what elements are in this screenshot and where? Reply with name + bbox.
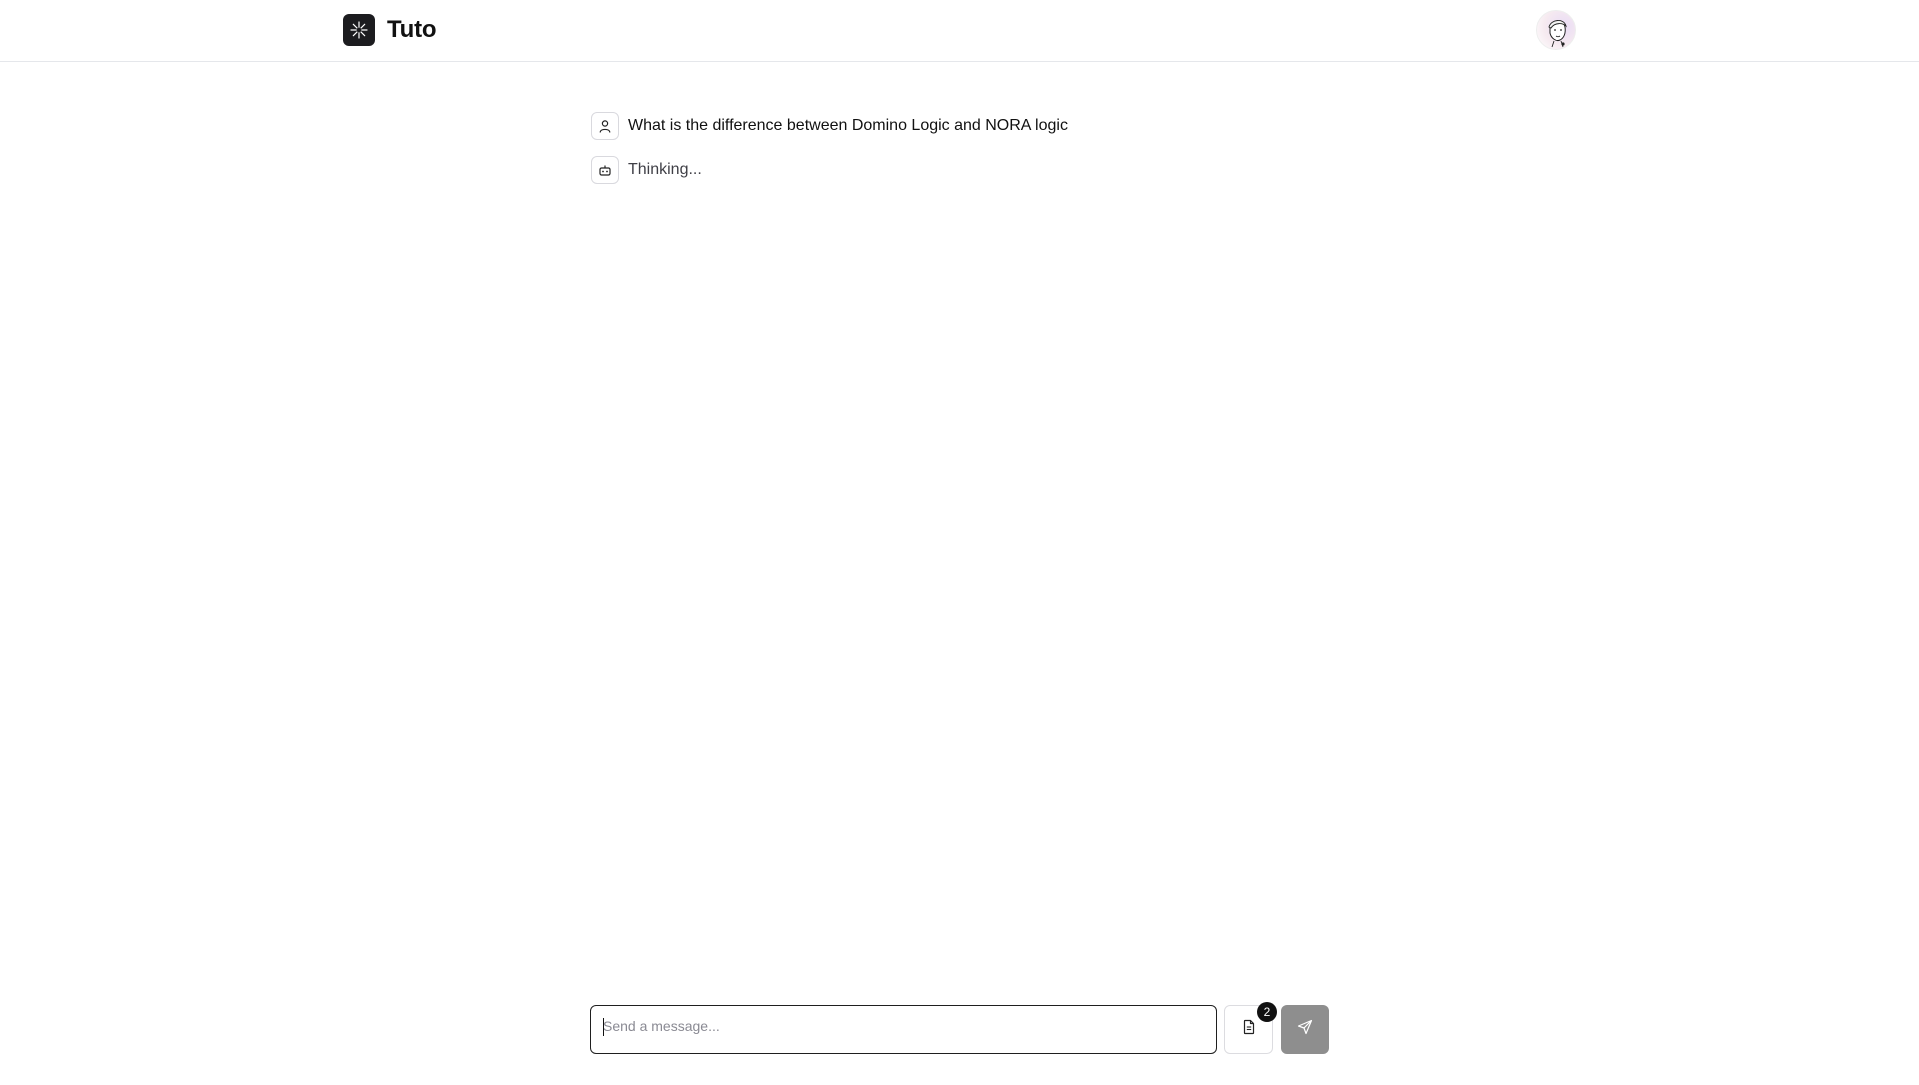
user-message: What is the difference between Domino Lo… <box>591 111 1327 141</box>
document-icon <box>1242 1019 1256 1040</box>
message-input-box[interactable] <box>590 1005 1217 1054</box>
attachments-button[interactable]: 2 <box>1224 1002 1277 1054</box>
text-caret <box>603 1018 604 1036</box>
attachments-count-badge: 2 <box>1257 1002 1277 1022</box>
brand[interactable]: Tuto <box>343 14 437 46</box>
assistant-message-text: Thinking... <box>628 161 702 178</box>
user-avatar[interactable] <box>1536 10 1576 50</box>
assistant-message: Thinking... <box>591 155 1327 185</box>
message-input[interactable] <box>603 1006 1203 1046</box>
chat-thread: What is the difference between Domino Lo… <box>591 111 1327 199</box>
send-icon <box>1297 1019 1313 1040</box>
send-button[interactable] <box>1281 1005 1329 1054</box>
app-title: Tuto <box>387 16 437 43</box>
app-header: Tuto <box>0 0 1919 62</box>
bot-icon <box>591 156 619 184</box>
message-composer: 2 <box>590 1002 1329 1054</box>
user-icon <box>591 112 619 140</box>
asterisk-logo-icon <box>343 14 375 46</box>
user-message-text: What is the difference between Domino Lo… <box>628 117 1068 134</box>
